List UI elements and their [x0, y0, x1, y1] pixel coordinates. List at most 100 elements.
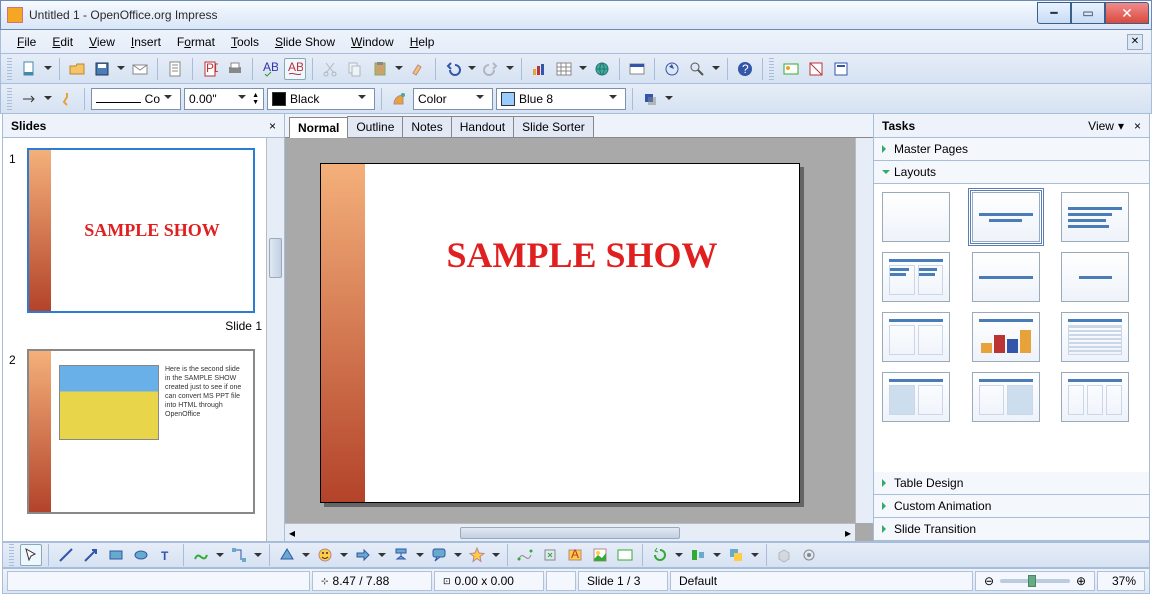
zoom-out-icon[interactable]: ⊖ [984, 574, 994, 588]
basic-shapes-tool[interactable] [276, 544, 298, 566]
toolbar-overflow[interactable] [664, 88, 674, 110]
fontwork-tool[interactable]: A [564, 544, 586, 566]
undo-dropdown[interactable] [467, 58, 477, 80]
slide-design-button[interactable] [805, 58, 827, 80]
from-file-tool[interactable] [589, 544, 611, 566]
menu-window[interactable]: Window [343, 33, 402, 51]
interaction-tool[interactable] [798, 544, 820, 566]
hyperlink-button[interactable] [591, 58, 613, 80]
toolbar-grip-2[interactable] [769, 58, 774, 80]
paste-dropdown[interactable] [394, 58, 404, 80]
flowchart-tool[interactable] [390, 544, 412, 566]
paste-button[interactable] [369, 58, 391, 80]
arrange-dropdown[interactable] [750, 544, 760, 566]
cut-button[interactable] [319, 58, 341, 80]
undo-button[interactable] [442, 58, 464, 80]
arrow-style-dropdown[interactable] [43, 88, 53, 110]
save-button[interactable] [91, 58, 113, 80]
align-dropdown[interactable] [712, 544, 722, 566]
block-arrows-tool[interactable] [352, 544, 374, 566]
auto-spellcheck-button[interactable]: ABC [284, 58, 306, 80]
canvas-area[interactable]: SAMPLE SHOW ◂ ▸ [285, 138, 873, 541]
connector-tool[interactable] [228, 544, 250, 566]
section-master-pages[interactable]: Master Pages [874, 138, 1149, 161]
slide-thumbnail-2[interactable]: Here is the second slide in the SAMPLE S… [27, 349, 255, 514]
text-tool[interactable]: T [155, 544, 177, 566]
curve-dropdown[interactable] [215, 544, 225, 566]
new-dropdown[interactable] [43, 58, 53, 80]
layout-title[interactable] [972, 192, 1040, 242]
open-button[interactable] [66, 58, 88, 80]
slides-panel-close[interactable]: × [269, 119, 276, 133]
canvas-horizontal-scrollbar[interactable]: ◂ ▸ [285, 523, 855, 541]
line-tool[interactable] [55, 544, 77, 566]
area-style-button[interactable] [388, 88, 410, 110]
block-arrows-dropdown[interactable] [377, 544, 387, 566]
layout-img-text[interactable] [882, 372, 950, 422]
layout-table[interactable] [1061, 312, 1129, 362]
zoom-slider[interactable]: ⊖ ⊕ [975, 571, 1095, 591]
stars-tool[interactable] [466, 544, 488, 566]
arrange-tool[interactable] [725, 544, 747, 566]
slide-canvas[interactable]: SAMPLE SHOW [320, 163, 800, 503]
callouts-dropdown[interactable] [453, 544, 463, 566]
align-tool[interactable] [687, 544, 709, 566]
flowchart-dropdown[interactable] [415, 544, 425, 566]
gallery-tool[interactable] [614, 544, 636, 566]
tasks-view-dropdown[interactable]: ▾ [1118, 119, 1124, 133]
slide-thumbnail-1[interactable]: SAMPLE SHOW [27, 148, 255, 313]
symbol-shapes-dropdown[interactable] [339, 544, 349, 566]
layout-two-content[interactable] [882, 252, 950, 302]
arrow-tool[interactable] [80, 544, 102, 566]
tasks-close[interactable]: × [1134, 119, 1141, 133]
table-dropdown[interactable] [578, 58, 588, 80]
tasks-view-menu[interactable]: View [1088, 119, 1114, 133]
layout-text-img[interactable] [972, 372, 1040, 422]
section-custom-animation[interactable]: Custom Animation [874, 495, 1149, 518]
line-style-combo[interactable]: Co [91, 88, 181, 110]
zoom-button[interactable] [686, 58, 708, 80]
copy-button[interactable] [344, 58, 366, 80]
toolbar-grip-3[interactable] [7, 88, 12, 110]
extrusion-tool[interactable] [773, 544, 795, 566]
tab-outline[interactable]: Outline [347, 116, 403, 137]
menu-help[interactable]: Help [402, 33, 443, 51]
print-button[interactable] [224, 58, 246, 80]
rotate-dropdown[interactable] [674, 544, 684, 566]
tab-notes[interactable]: Notes [402, 116, 451, 137]
points-tool[interactable] [514, 544, 536, 566]
stars-dropdown[interactable] [491, 544, 501, 566]
save-dropdown[interactable] [116, 58, 126, 80]
edit-file-button[interactable] [164, 58, 186, 80]
status-zoom-percent[interactable]: 37% [1097, 571, 1145, 591]
section-layouts[interactable]: Layouts [874, 161, 1149, 184]
close-button[interactable]: ✕ [1105, 2, 1149, 24]
ellipse-tool[interactable] [130, 544, 152, 566]
rectangle-tool[interactable] [105, 544, 127, 566]
minimize-button[interactable]: ━ [1037, 2, 1071, 24]
drawbar-grip[interactable] [9, 544, 14, 566]
new-button[interactable] [18, 58, 40, 80]
maximize-button[interactable]: ▭ [1071, 2, 1105, 24]
layout-2x2[interactable] [882, 312, 950, 362]
line-width-combo[interactable]: 0.00"▲▼ [184, 88, 264, 110]
menu-format[interactable]: Format [169, 33, 223, 51]
email-button[interactable] [129, 58, 151, 80]
symbol-shapes-tool[interactable] [314, 544, 336, 566]
gluepoints-tool[interactable] [539, 544, 561, 566]
redo-button[interactable] [480, 58, 502, 80]
layout-centered[interactable] [1061, 252, 1129, 302]
tab-handout[interactable]: Handout [451, 116, 514, 137]
line-color-combo[interactable]: Black [267, 88, 375, 110]
shadow-button[interactable] [639, 88, 661, 110]
zoom-in-icon[interactable]: ⊕ [1076, 574, 1086, 588]
basic-shapes-dropdown[interactable] [301, 544, 311, 566]
status-page-style[interactable]: Default [670, 571, 973, 591]
arrow-style-button[interactable] [18, 88, 40, 110]
tab-slide-sorter[interactable]: Slide Sorter [513, 116, 594, 137]
toolbar-grip[interactable] [7, 58, 12, 80]
slideshow-button[interactable] [626, 58, 648, 80]
slide-layout-button[interactable] [830, 58, 852, 80]
help-button[interactable]: ? [734, 58, 756, 80]
format-paintbrush-button[interactable] [407, 58, 429, 80]
